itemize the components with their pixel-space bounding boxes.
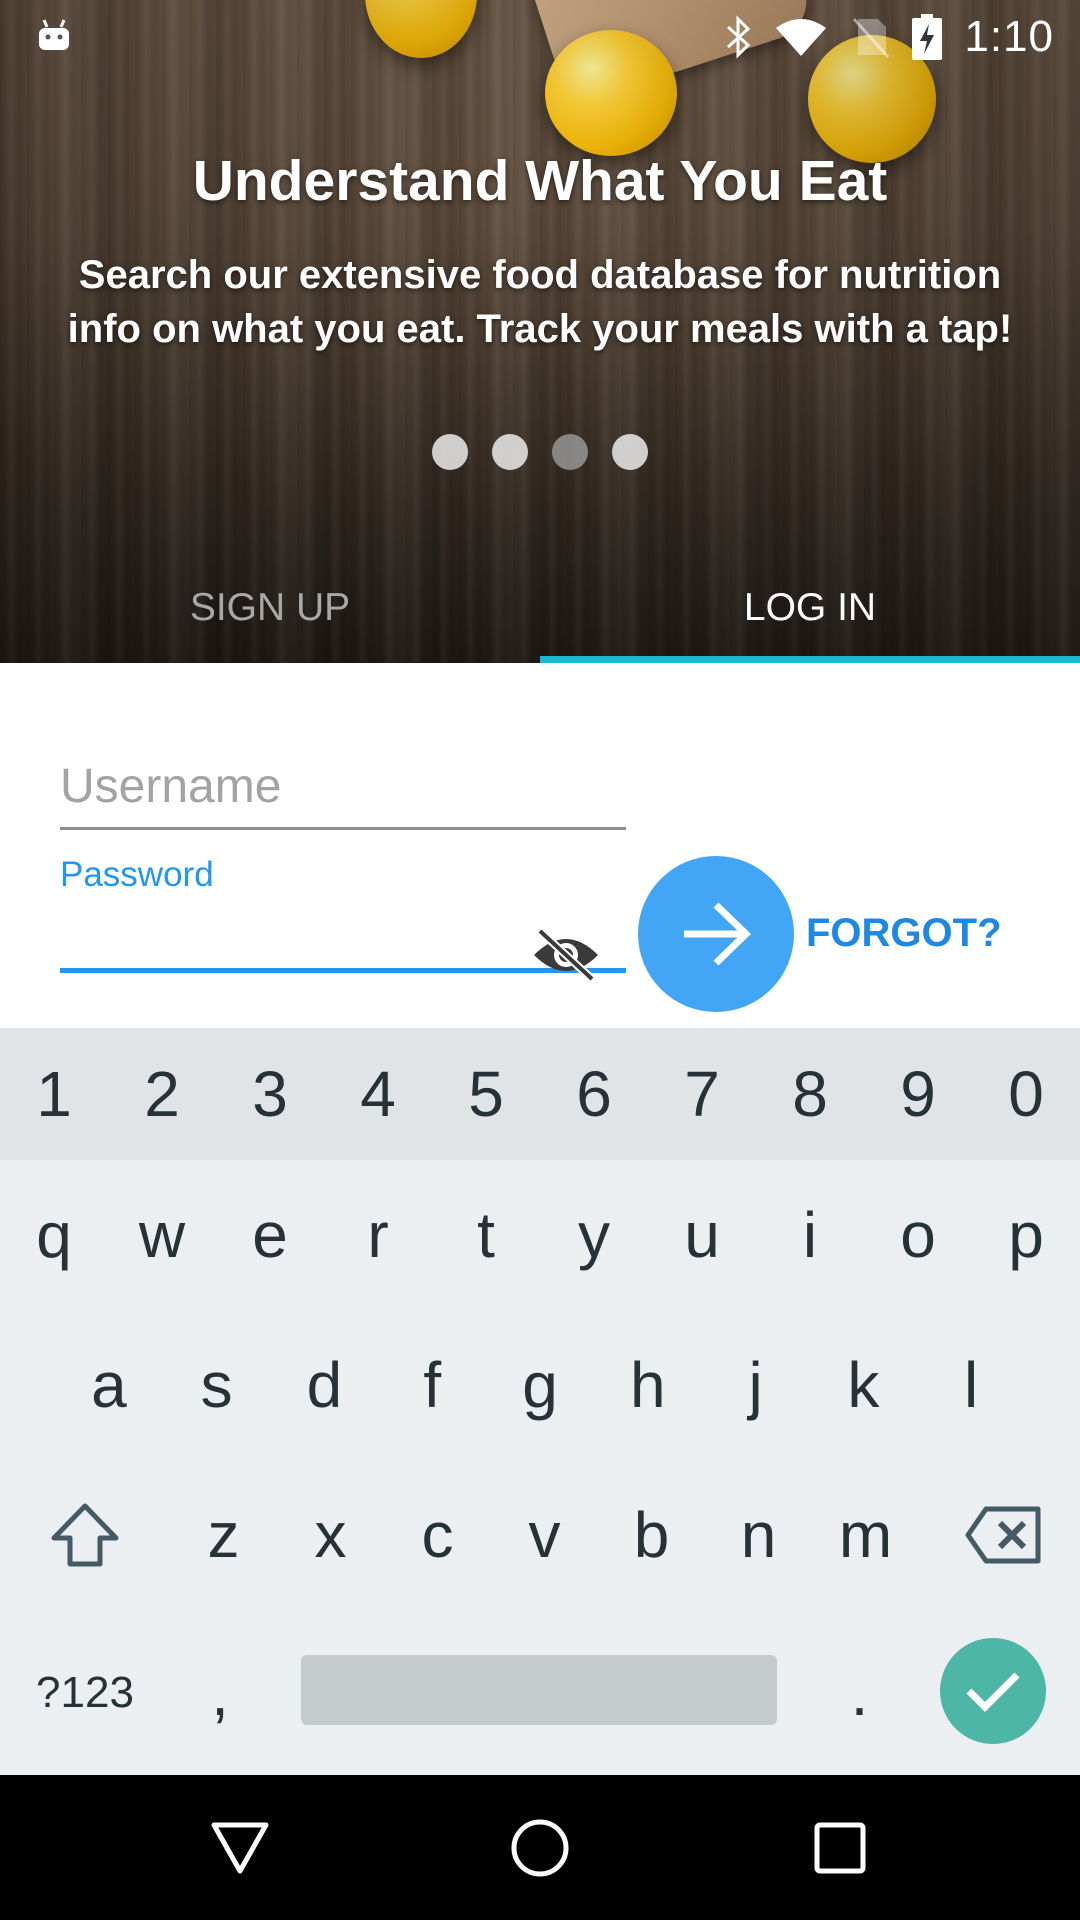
home-button[interactable] bbox=[495, 1803, 585, 1893]
key-k[interactable]: k bbox=[809, 1310, 917, 1460]
page-dot[interactable] bbox=[492, 434, 528, 470]
key-i[interactable]: i bbox=[756, 1160, 864, 1310]
key-a[interactable]: a bbox=[55, 1310, 163, 1460]
key-f[interactable]: f bbox=[378, 1310, 486, 1460]
login-submit-button[interactable] bbox=[638, 856, 794, 1012]
login-form: Password FORGOT? bbox=[0, 663, 1080, 1028]
tab-label: SIGN UP bbox=[189, 585, 351, 629]
key-d[interactable]: d bbox=[271, 1310, 379, 1460]
tab-label: LOG IN bbox=[743, 585, 877, 629]
key-w[interactable]: w bbox=[108, 1160, 216, 1310]
visibility-off-icon[interactable] bbox=[530, 927, 602, 983]
bluetooth-icon bbox=[727, 15, 751, 59]
comma-key[interactable]: , bbox=[170, 1610, 270, 1775]
key-j[interactable]: j bbox=[702, 1310, 810, 1460]
soft-keyboard: 1 2 3 4 5 6 7 8 9 0 q w e r t y u i o p … bbox=[0, 1028, 1080, 1775]
enter-key[interactable] bbox=[940, 1638, 1046, 1744]
key-l[interactable]: l bbox=[917, 1310, 1025, 1460]
key-u[interactable]: u bbox=[648, 1160, 756, 1310]
status-bar: 1:10 bbox=[0, 0, 1080, 72]
hero-banner: 1:10 Understand What You Eat Search our … bbox=[0, 0, 1080, 663]
backspace-icon bbox=[965, 1506, 1041, 1564]
symbols-key[interactable]: ?123 bbox=[0, 1610, 170, 1775]
shift-icon bbox=[51, 1503, 119, 1567]
status-time: 1:10 bbox=[964, 12, 1054, 61]
period-key[interactable]: . bbox=[806, 1610, 913, 1775]
page-dot-active[interactable] bbox=[552, 434, 588, 470]
key-2[interactable]: 2 bbox=[108, 1028, 216, 1160]
arrow-right-icon bbox=[684, 902, 752, 966]
tab-log-in[interactable]: LOG IN bbox=[540, 552, 1080, 663]
shift-key[interactable] bbox=[0, 1460, 170, 1610]
key-y[interactable]: y bbox=[540, 1160, 648, 1310]
back-button[interactable] bbox=[195, 1803, 285, 1893]
key-7[interactable]: 7 bbox=[648, 1028, 756, 1160]
recents-button[interactable] bbox=[795, 1803, 885, 1893]
key-h[interactable]: h bbox=[594, 1310, 702, 1460]
back-icon bbox=[211, 1822, 269, 1874]
keyboard-row-2: a s d f g h j k l bbox=[55, 1310, 1025, 1460]
key-c[interactable]: c bbox=[384, 1460, 491, 1610]
key-1[interactable]: 1 bbox=[0, 1028, 108, 1160]
key-p[interactable]: p bbox=[972, 1160, 1080, 1310]
tab-indicator bbox=[540, 656, 1080, 663]
key-v[interactable]: v bbox=[491, 1460, 598, 1610]
keyboard-row-3: z x c v b n m bbox=[0, 1460, 1080, 1610]
key-n[interactable]: n bbox=[705, 1460, 812, 1610]
hero-subtitle: Search our extensive food database for n… bbox=[67, 253, 1013, 351]
keyboard-row-1: q w e r t y u i o p bbox=[0, 1160, 1080, 1310]
key-t[interactable]: t bbox=[432, 1160, 540, 1310]
page-indicator bbox=[0, 434, 1080, 470]
backspace-key[interactable] bbox=[919, 1460, 1080, 1610]
key-4[interactable]: 4 bbox=[324, 1028, 432, 1160]
navigation-bar bbox=[0, 1775, 1080, 1920]
keyboard-number-row: 1 2 3 4 5 6 7 8 9 0 bbox=[0, 1028, 1080, 1160]
page-dot[interactable] bbox=[432, 434, 468, 470]
key-q[interactable]: q bbox=[0, 1160, 108, 1310]
tab-sign-up[interactable]: SIGN UP bbox=[0, 552, 540, 663]
key-5[interactable]: 5 bbox=[432, 1028, 540, 1160]
key-3[interactable]: 3 bbox=[216, 1028, 324, 1160]
home-icon bbox=[511, 1819, 569, 1877]
no-sim-icon bbox=[853, 17, 890, 59]
page-dot[interactable] bbox=[612, 434, 648, 470]
username-input[interactable] bbox=[60, 745, 626, 830]
forgot-password-link[interactable]: FORGOT? bbox=[806, 911, 1002, 956]
key-s[interactable]: s bbox=[163, 1310, 271, 1460]
auth-tabs: SIGN UP LOG IN bbox=[0, 552, 1080, 663]
hero-title: Understand What You Eat bbox=[192, 149, 888, 213]
key-8[interactable]: 8 bbox=[756, 1028, 864, 1160]
key-e[interactable]: e bbox=[216, 1160, 324, 1310]
key-b[interactable]: b bbox=[598, 1460, 705, 1610]
key-6[interactable]: 6 bbox=[540, 1028, 648, 1160]
checkmark-icon bbox=[966, 1672, 1020, 1712]
key-z[interactable]: z bbox=[170, 1460, 277, 1610]
key-9[interactable]: 9 bbox=[864, 1028, 972, 1160]
password-label: Password bbox=[60, 855, 214, 894]
android-icon bbox=[39, 19, 69, 50]
key-g[interactable]: g bbox=[486, 1310, 594, 1460]
key-m[interactable]: m bbox=[812, 1460, 919, 1610]
recents-icon bbox=[814, 1822, 866, 1874]
key-o[interactable]: o bbox=[864, 1160, 972, 1310]
key-0[interactable]: 0 bbox=[972, 1028, 1080, 1160]
key-r[interactable]: r bbox=[324, 1160, 432, 1310]
wifi-icon bbox=[776, 19, 827, 56]
key-x[interactable]: x bbox=[277, 1460, 384, 1610]
space-bar[interactable] bbox=[301, 1655, 777, 1725]
battery-charging-icon bbox=[912, 14, 943, 60]
